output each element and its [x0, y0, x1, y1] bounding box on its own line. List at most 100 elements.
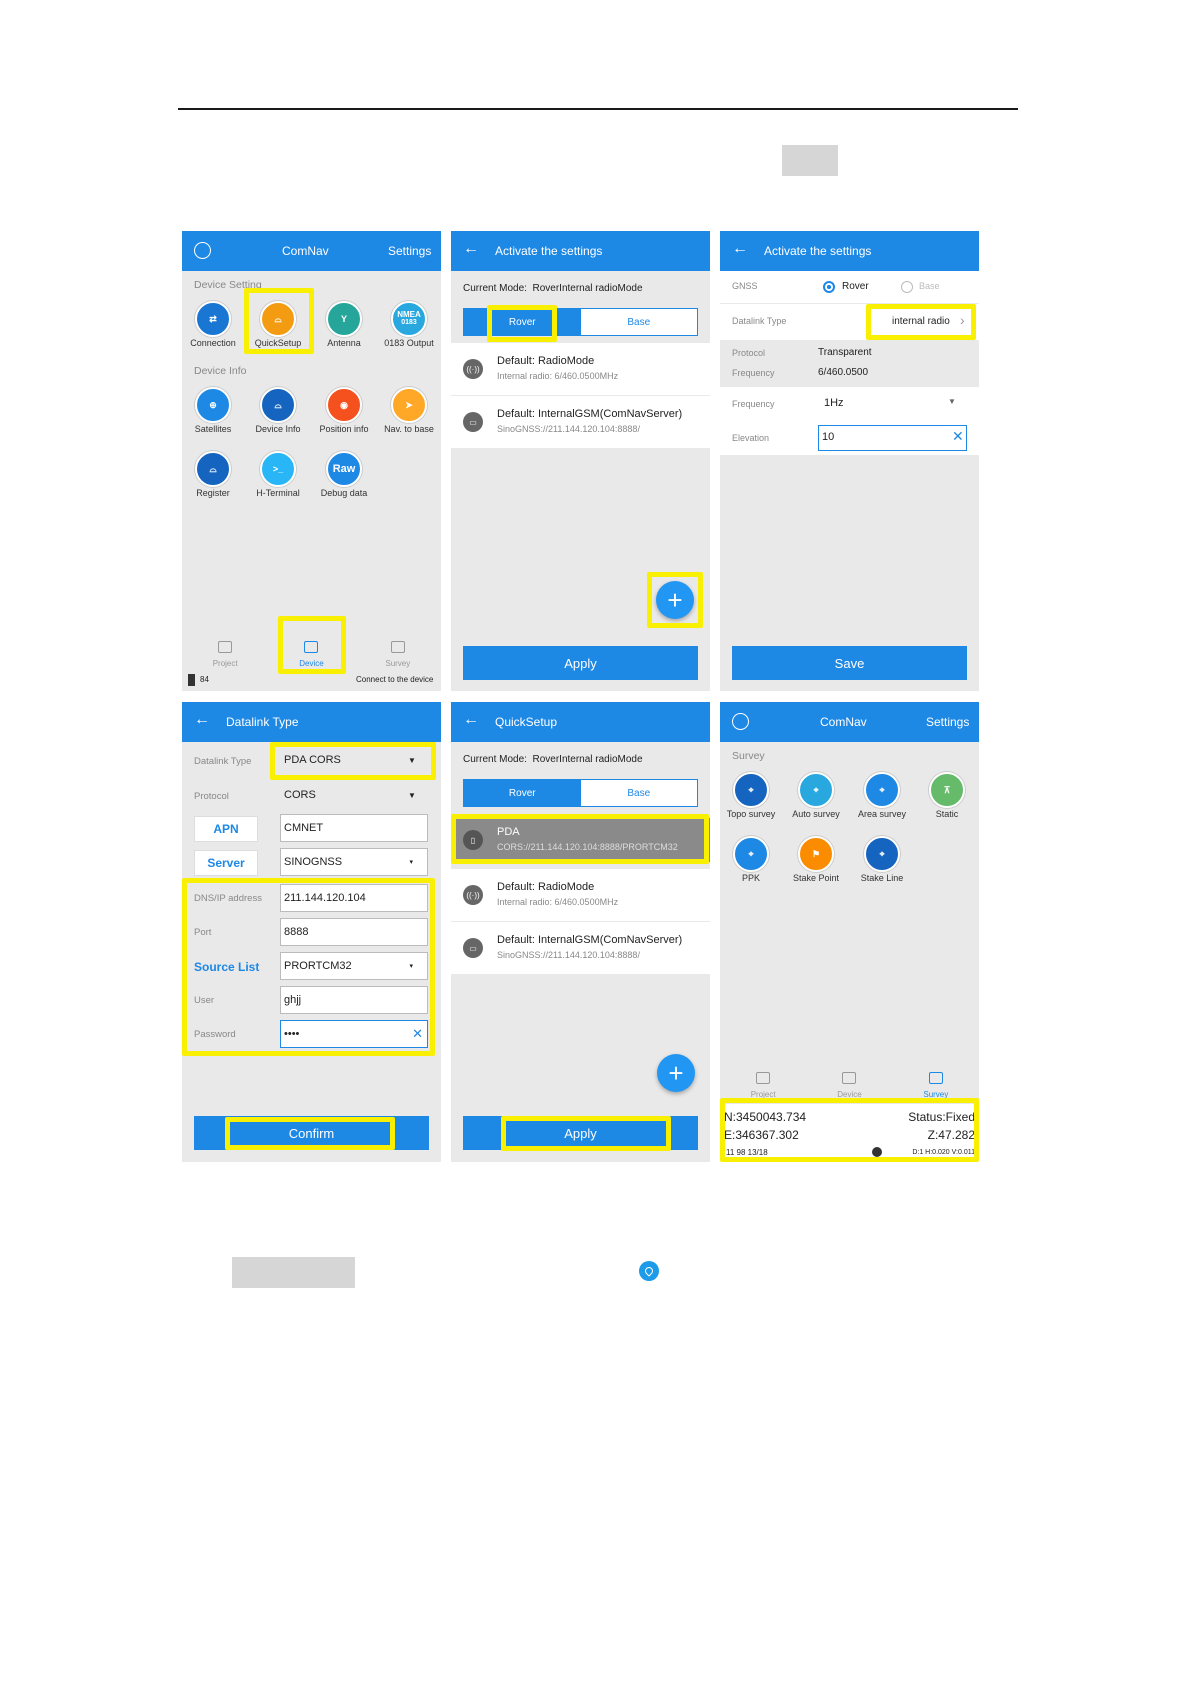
highlight-box: [487, 305, 557, 342]
back-arrow-icon[interactable]: ←: [463, 240, 479, 258]
base-tab[interactable]: Base: [581, 309, 698, 335]
panel-activate-settings: ← Activate the settings GNSS Rover Base …: [720, 231, 979, 691]
radio-icon: ((·)): [463, 359, 483, 379]
settings-link[interactable]: Settings: [388, 244, 431, 258]
app-header: ← Activate the settings: [720, 231, 979, 271]
base-tab[interactable]: Base: [581, 780, 698, 806]
highlight-box: [866, 304, 976, 340]
rover-tab[interactable]: Rover: [464, 780, 581, 806]
dropdown-arrow-icon: ▾: [409, 859, 413, 866]
battery-level: 84: [200, 675, 209, 684]
position-info-icon[interactable]: ◉: [326, 387, 362, 423]
highlight-box: [182, 878, 435, 1056]
page-title: Activate the settings: [495, 244, 603, 258]
server-label: Server: [194, 850, 258, 876]
page-rule: [178, 108, 1018, 110]
highlight-box: [647, 572, 703, 628]
icon-label: Static: [935, 809, 959, 819]
icon-label: PPK: [741, 873, 760, 883]
highlight-box: [451, 814, 709, 864]
apply-button[interactable]: Apply: [463, 646, 698, 680]
area-survey-icon[interactable]: ⌖: [864, 772, 900, 808]
static-icon[interactable]: ⊼: [929, 772, 965, 808]
back-arrow-icon[interactable]: ←: [732, 240, 748, 258]
redacted-box-top: [782, 145, 838, 176]
app-header: ← QuickSetup: [451, 702, 710, 742]
icon-label: Connection: [190, 338, 236, 348]
mode-row: Current Mode: RoverInternal radioMode: [463, 283, 643, 294]
antenna-icon[interactable]: Y: [326, 301, 362, 337]
icon-label: Antenna: [327, 338, 361, 348]
connection-status: Connect to the device: [356, 675, 434, 684]
clear-icon[interactable]: ✕: [952, 428, 964, 445]
freq-select-row[interactable]: Frequency 1Hz ▼: [720, 387, 979, 421]
add-button[interactable]: +: [657, 1054, 695, 1092]
app-header: ← Datalink Type: [182, 702, 441, 742]
icon-label: Stake Point: [792, 873, 840, 883]
ppk-icon[interactable]: ⌖: [733, 836, 769, 872]
device-info-icon[interactable]: ⌓: [260, 387, 296, 423]
auto-survey-icon[interactable]: ⌖: [798, 772, 834, 808]
nmea-icon[interactable]: NMEA 0183: [391, 301, 427, 337]
terminal-icon[interactable]: >_: [260, 451, 296, 487]
redacted-box-bottom: [232, 1257, 355, 1288]
panel-device: ComNav Settings Device Setting ⇄ ⌓ Y NME…: [182, 231, 441, 691]
highlight-box: [278, 616, 346, 674]
stake-point-icon[interactable]: ⚑: [798, 836, 834, 872]
survey-icon: [928, 1072, 943, 1084]
highlight-box: [501, 1116, 671, 1151]
gsm-icon: ▭: [463, 412, 483, 432]
dropdown-arrow-icon: ▼: [948, 397, 956, 406]
base-radio[interactable]: [901, 281, 913, 293]
rover-radio[interactable]: [823, 281, 835, 293]
connection-icon[interactable]: ⇄: [195, 301, 231, 337]
list-item[interactable]: ▭ Default: InternalGSM(ComNavServer) SinoG…: [451, 922, 710, 974]
panel-survey: ComNav Settings Survey ⌖ ⌖ ⌖ ⊼ Topo surv…: [720, 702, 979, 1162]
highlight-box: [720, 1098, 979, 1162]
icon-label: Stake Line: [860, 873, 904, 883]
back-arrow-icon[interactable]: ←: [463, 711, 479, 729]
list-item[interactable]: ((·)) Default: RadioMode Internal radio: 6…: [451, 869, 710, 921]
server-select[interactable]: SINOGNSS ▾: [280, 848, 428, 876]
location-pin-icon: [639, 1261, 659, 1281]
highlight-box: [244, 288, 314, 354]
settings-link[interactable]: Settings: [926, 715, 969, 729]
user-icon[interactable]: [194, 242, 211, 259]
apn-field[interactable]: CMNET: [280, 814, 428, 842]
icon-label: Nav. to base: [384, 424, 434, 434]
elevation-row: Elevation 10 ✕: [720, 421, 979, 455]
nav-to-base-icon[interactable]: ➤: [391, 387, 427, 423]
list-item[interactable]: ((·)) Default: RadioMode Internal radio: 6…: [451, 343, 710, 395]
stake-line-icon[interactable]: ⌖: [864, 836, 900, 872]
dropdown-arrow-icon: ▼: [408, 791, 416, 800]
mode-row: Current Mode: RoverInternal radioMode: [463, 754, 643, 765]
raw-data-icon[interactable]: Raw: [326, 451, 362, 487]
elevation-input[interactable]: 10: [818, 425, 967, 451]
icon-label: Satellites: [194, 424, 232, 434]
user-icon[interactable]: [732, 713, 749, 730]
apn-label: APN: [194, 816, 258, 842]
app-header: ComNav Settings: [720, 702, 979, 742]
app-header: ComNav Settings: [182, 231, 441, 271]
panel-activate-rover: ← Activate the settings Current Mode: Ro…: [451, 231, 710, 691]
satellites-icon[interactable]: ⊕: [195, 387, 231, 423]
icon-label: Auto survey: [792, 809, 840, 819]
icon-label: Device Info: [255, 424, 301, 434]
list-item[interactable]: ▭ Default: InternalGSM(ComNavServer) SinoG…: [451, 396, 710, 448]
page-title: QuickSetup: [495, 715, 558, 729]
app-title: ComNav: [820, 715, 867, 729]
save-button[interactable]: Save: [732, 646, 967, 680]
icon-label: Debug data: [320, 488, 368, 498]
protocol-row[interactable]: Protocol CORS ▼: [182, 786, 441, 808]
group-label: Survey: [732, 750, 765, 762]
gsm-icon: ▭: [463, 938, 483, 958]
radio-icon: ((·)): [463, 885, 483, 905]
register-icon[interactable]: ⌓: [195, 451, 231, 487]
panel-quicksetup: ← QuickSetup Current Mode: RoverInternal…: [451, 702, 710, 1162]
topo-survey-icon[interactable]: ⌖: [733, 772, 769, 808]
app-title: ComNav: [282, 244, 329, 258]
back-arrow-icon[interactable]: ←: [194, 711, 210, 729]
project-icon: [218, 641, 233, 653]
icon-label: Register: [196, 488, 230, 498]
battery-icon: [188, 674, 195, 686]
